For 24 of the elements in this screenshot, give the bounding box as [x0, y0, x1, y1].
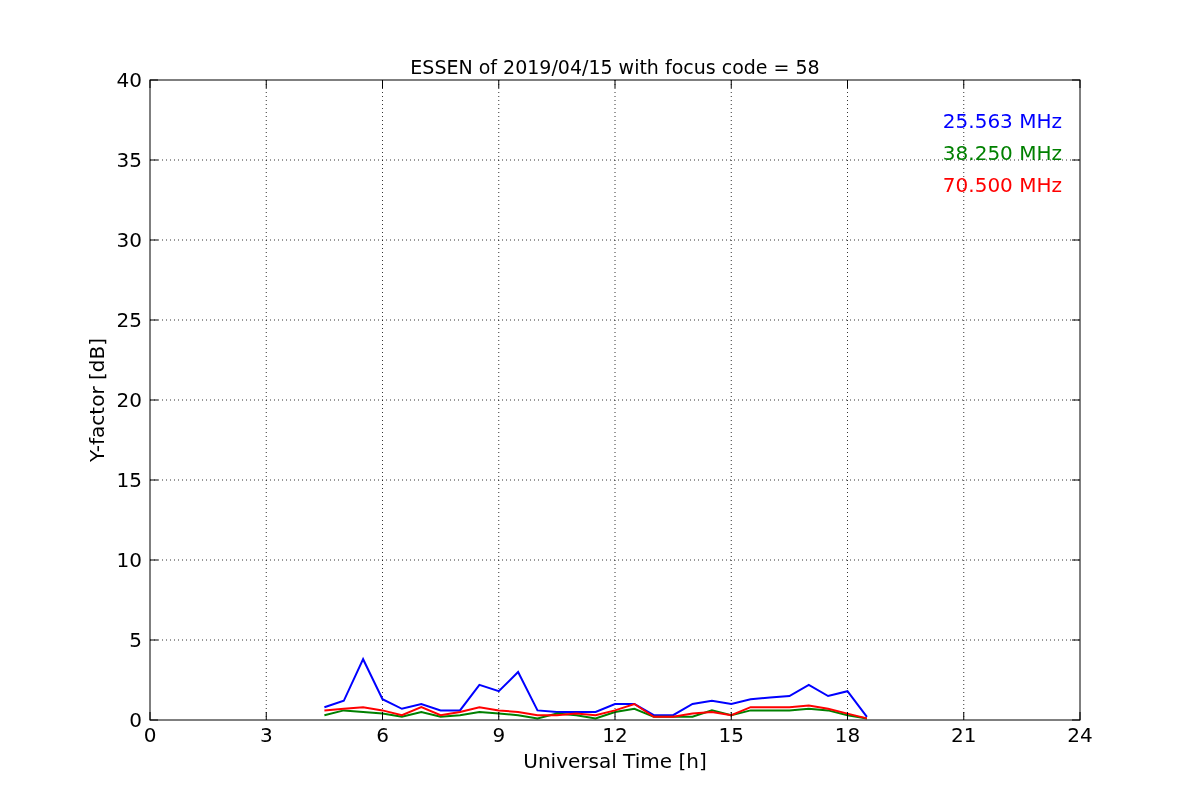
legend-label: 38.250 MHz	[942, 141, 1062, 165]
y-tick-label: 5	[129, 628, 142, 652]
x-axis-label: Universal Time [h]	[523, 749, 707, 773]
chart-title: ESSEN of 2019/04/15 with focus code = 58	[410, 56, 820, 78]
legend-label: 70.500 MHz	[942, 173, 1062, 197]
x-tick-label: 0	[143, 723, 157, 747]
y-axis-label: Y-factor [dB]	[85, 338, 109, 462]
x-tick-label: 21	[951, 723, 977, 747]
y-tick-label: 15	[116, 468, 142, 492]
y-tick-label: 40	[116, 68, 142, 92]
x-tick-label: 24	[1067, 723, 1093, 747]
legend-label: 25.563 MHz	[942, 109, 1062, 133]
y-tick-label: 10	[116, 548, 142, 572]
y-tick-label: 30	[116, 228, 142, 252]
y-tick-label: 20	[116, 388, 142, 412]
x-tick-label: 9	[492, 723, 506, 747]
y-tick-label: 25	[116, 308, 142, 332]
x-tick-label: 6	[376, 723, 389, 747]
y-tick-label: 35	[116, 148, 142, 172]
x-tick-label: 3	[259, 723, 273, 747]
x-tick-label: 18	[834, 723, 861, 747]
x-tick-label: 15	[718, 723, 744, 747]
x-tick-label: 12	[602, 723, 628, 747]
y-tick-label: 0	[129, 708, 142, 732]
